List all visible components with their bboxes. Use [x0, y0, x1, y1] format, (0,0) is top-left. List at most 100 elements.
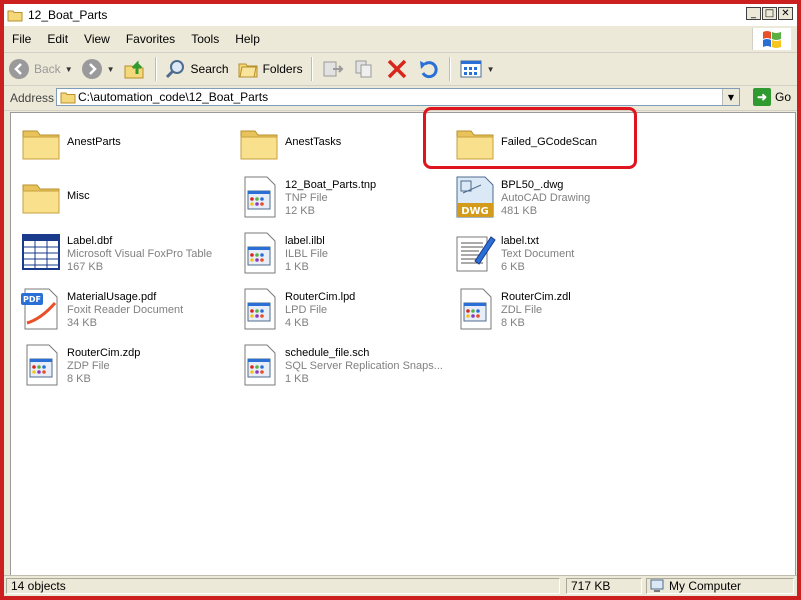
menu-tools[interactable]: Tools [183, 32, 227, 46]
file-size: 167 KB [67, 261, 104, 273]
file-name: RouterCim.lpd [285, 291, 356, 303]
toolbar-separator [310, 57, 313, 81]
delete-button[interactable] [381, 56, 413, 82]
address-input[interactable]: C:\automation_code\12_Boat_Parts ▼ [56, 88, 740, 106]
file-item[interactable]: label.txt Text Document 6 KB [453, 231, 663, 281]
dwg-file-icon: DWG [453, 175, 497, 219]
file-meta: RouterCim.zdp ZDP File 8 KB [67, 343, 140, 393]
up-folder-button[interactable] [119, 56, 151, 82]
back-dropdown-icon[interactable]: ▼ [65, 65, 73, 74]
file-size: 34 KB [67, 317, 97, 329]
file-item[interactable]: PDF MaterialUsage.pdf Foxit Reader Documen… [19, 287, 229, 337]
views-button[interactable]: ▼ [455, 56, 499, 82]
file-item[interactable]: RouterCim.zdp ZDP File 8 KB [19, 343, 229, 393]
file-type: SQL Server Replication Snaps... [285, 360, 443, 372]
address-dropdown-button[interactable]: ▼ [722, 89, 739, 105]
file-type: LPD File [285, 304, 328, 316]
go-label: Go [774, 90, 791, 104]
move-to-button[interactable] [317, 56, 349, 82]
file-type: Microsoft Visual FoxPro Table [67, 248, 213, 260]
search-button[interactable]: Search [161, 56, 233, 82]
highlight-annotation [423, 107, 637, 169]
file-meta: Misc [67, 175, 90, 225]
title-bar[interactable]: 12_Boat_Parts _ □ ✕ [4, 4, 797, 26]
folder-item[interactable]: AnestTasks [237, 121, 447, 171]
status-total-size: 717 KB [566, 578, 642, 594]
my-computer-icon [650, 579, 664, 592]
file-meta: 12_Boat_Parts.tnp TNP File 12 KB [285, 175, 376, 225]
file-size: 4 KB [285, 317, 309, 329]
forward-dropdown-icon[interactable]: ▼ [107, 65, 115, 74]
menu-edit[interactable]: Edit [39, 32, 76, 46]
file-list-pane[interactable]: AnestParts AnestTasks Failed_GCodeScan Misc… [10, 107, 796, 580]
pdf-file-icon: PDF [19, 287, 63, 331]
file-name: MaterialUsage.pdf [67, 291, 157, 303]
menu-view[interactable]: View [76, 32, 118, 46]
toolbar-separator [154, 57, 157, 81]
windows-logo-icon [752, 28, 791, 50]
toolbar: Back ▼ ▼ Search Folders ▼ [4, 53, 797, 86]
file-meta: AnestTasks [285, 121, 341, 171]
maximize-button[interactable]: □ [762, 7, 777, 20]
file-name: Label.dbf [67, 235, 113, 247]
file-size: 481 KB [501, 205, 538, 217]
file-item[interactable]: schedule_file.sch SQL Server Replication … [237, 343, 447, 393]
file-name: Misc [67, 190, 90, 202]
file-item[interactable]: RouterCim.lpd LPD File 4 KB [237, 287, 447, 337]
views-dropdown-icon[interactable]: ▼ [487, 65, 495, 74]
text-file-icon [453, 231, 497, 275]
file-name: AnestTasks [285, 136, 342, 148]
generic-file-icon [237, 175, 281, 219]
file-item[interactable]: RouterCim.zdl ZDL File 8 KB [453, 287, 663, 337]
go-button[interactable]: ➜ Go [752, 88, 791, 106]
folders-button[interactable]: Folders [233, 56, 307, 82]
folder-icon [60, 92, 76, 104]
file-name: RouterCim.zdl [501, 291, 571, 303]
minimize-button[interactable]: _ [746, 7, 761, 20]
address-bar: Address C:\automation_code\12_Boat_Parts… [4, 86, 797, 111]
file-size: 8 KB [501, 317, 525, 329]
file-item[interactable]: 12_Boat_Parts.tnp TNP File 12 KB [237, 175, 447, 225]
folder-item[interactable]: Misc [19, 175, 229, 225]
folder-item[interactable]: AnestParts [19, 121, 229, 171]
forward-button[interactable]: ▼ [77, 56, 119, 82]
file-item[interactable]: label.ilbl ILBL File 1 KB [237, 231, 447, 281]
window-title: 12_Boat_Parts [28, 8, 108, 22]
views-icon [460, 60, 482, 78]
table-file-icon [19, 231, 63, 275]
go-arrow-icon: ➜ [752, 88, 771, 106]
file-name: 12_Boat_Parts.tnp [285, 179, 377, 191]
copy-to-button[interactable] [349, 56, 381, 82]
up-folder-icon [124, 60, 144, 79]
file-meta: RouterCim.zdl ZDL File 8 KB [501, 287, 571, 337]
folder-icon [19, 175, 63, 219]
folders-icon [238, 63, 258, 78]
file-size: 1 KB [285, 261, 309, 273]
svg-text:DWG: DWG [461, 206, 489, 217]
search-icon [165, 60, 184, 79]
file-meta: schedule_file.sch SQL Server Replication … [285, 343, 443, 393]
copy-to-icon [355, 60, 372, 78]
file-item[interactable]: DWG BPL50_.dwg AutoCAD Drawing 481 KB [453, 175, 663, 225]
menu-favorites[interactable]: Favorites [118, 32, 183, 46]
menu-file[interactable]: File [4, 32, 39, 46]
file-type: Text Document [501, 248, 575, 260]
file-item[interactable]: Label.dbf Microsoft Visual FoxPro Table 16… [19, 231, 229, 281]
file-size: 12 KB [285, 205, 315, 217]
toolbar-separator [448, 57, 451, 81]
address-label: Address [10, 91, 55, 105]
file-name: RouterCim.zdp [67, 347, 141, 359]
file-type: ZDL File [501, 304, 543, 316]
status-bar: 14 objects 717 KB My Computer [4, 575, 797, 596]
file-name: label.txt [501, 235, 539, 247]
file-type: TNP File [285, 192, 328, 204]
status-location: My Computer [646, 578, 794, 594]
file-meta: Label.dbf Microsoft Visual FoxPro Table 16… [67, 231, 212, 281]
close-button[interactable]: ✕ [778, 7, 793, 20]
generic-file-icon [237, 343, 281, 387]
back-button[interactable]: Back ▼ [4, 56, 77, 82]
undo-button[interactable] [413, 56, 445, 82]
undo-icon [419, 61, 438, 79]
search-label: Search [190, 62, 229, 76]
menu-help[interactable]: Help [227, 32, 268, 46]
